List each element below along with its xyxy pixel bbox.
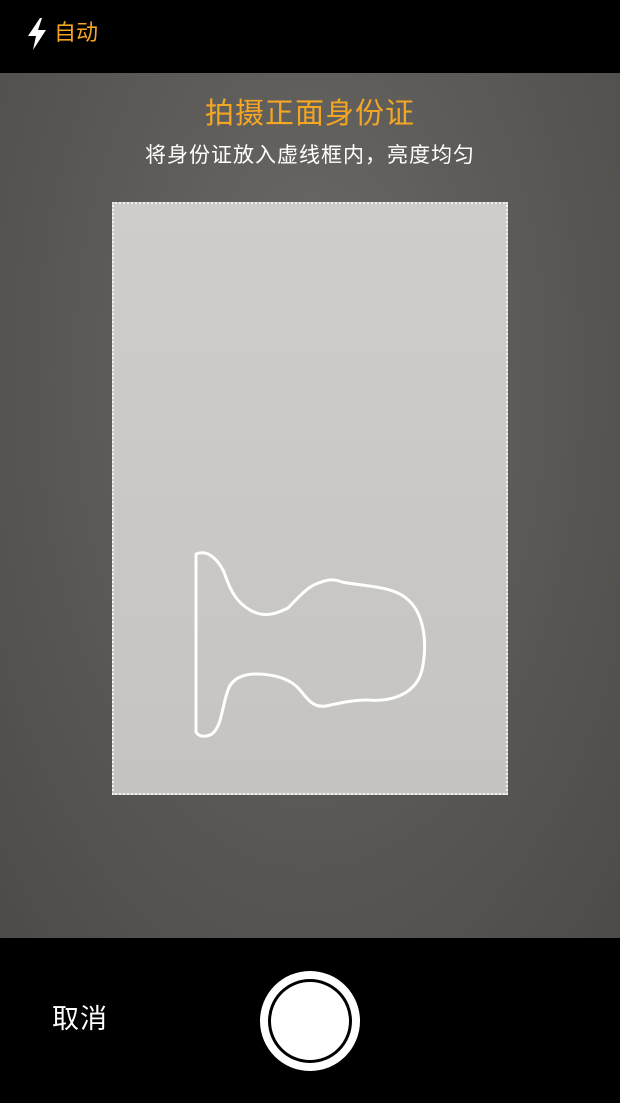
portrait-outline-icon [194,551,427,738]
guide-subtitle: 将身份证放入虚线框内，亮度均匀 [145,143,475,167]
camera-screen: 自动 拍摄正面身份证 将身份证放入虚线框内，亮度均匀 取消 [0,0,620,1103]
top-bar: 自动 [0,0,620,73]
flash-toggle[interactable]: 自动 [26,16,98,52]
shutter-button[interactable] [260,971,360,1071]
cancel-button[interactable]: 取消 [52,1000,108,1040]
shutter-button-icon [268,979,352,1063]
flash-mode-label: 自动 [54,21,99,46]
guide-title: 拍摄正面身份证 [204,96,415,130]
lightning-bolt-icon [26,17,48,51]
